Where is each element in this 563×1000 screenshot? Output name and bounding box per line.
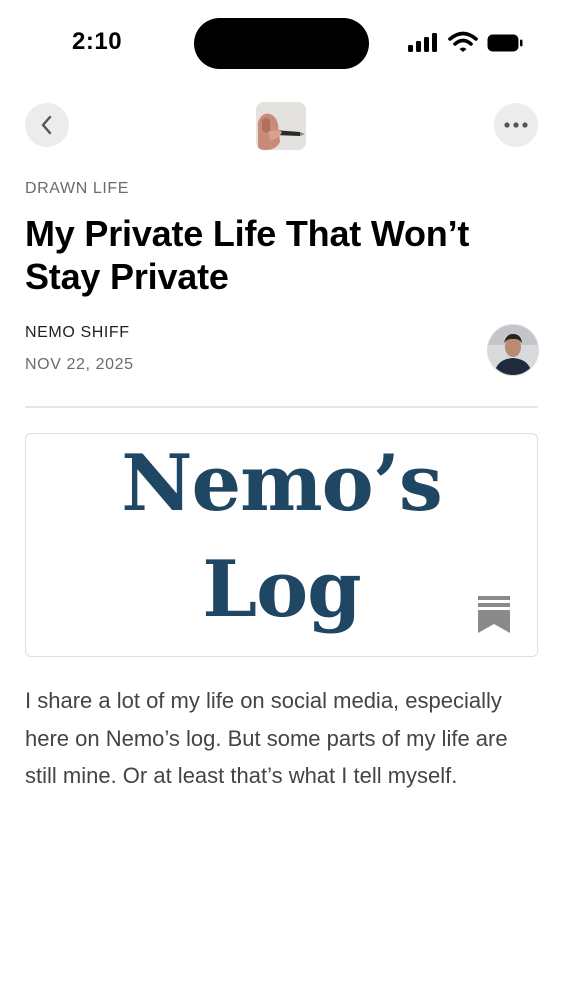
more-options-button[interactable] — [494, 103, 538, 147]
pen-in-hand-image — [256, 102, 306, 150]
bookmark-icon[interactable] — [478, 596, 510, 634]
article-body-paragraph: I share a lot of my life on social media… — [25, 688, 508, 788]
status-time: 2:10 — [72, 28, 123, 55]
ellipsis-icon — [504, 122, 528, 128]
back-button[interactable] — [25, 103, 69, 147]
author-name[interactable]: NEMO SHIFF — [25, 324, 130, 342]
cellular-signal-icon — [408, 33, 437, 52]
dynamic-island — [194, 18, 369, 69]
article-title: My Private Life That Won’t Stay Private — [25, 213, 470, 297]
logo-text-line1: Nemo’s — [121, 438, 443, 529]
header-divider — [25, 406, 538, 408]
chevron-left-icon — [41, 115, 52, 135]
publish-date: NOV 22, 2025 — [25, 356, 134, 373]
author-avatar[interactable] — [487, 324, 539, 376]
wifi-icon — [448, 31, 478, 52]
battery-icon — [487, 34, 523, 52]
section-kicker[interactable]: DRAWN LIFE — [25, 180, 129, 198]
author-photo — [488, 325, 538, 375]
publication-thumbnail[interactable] — [256, 102, 306, 150]
